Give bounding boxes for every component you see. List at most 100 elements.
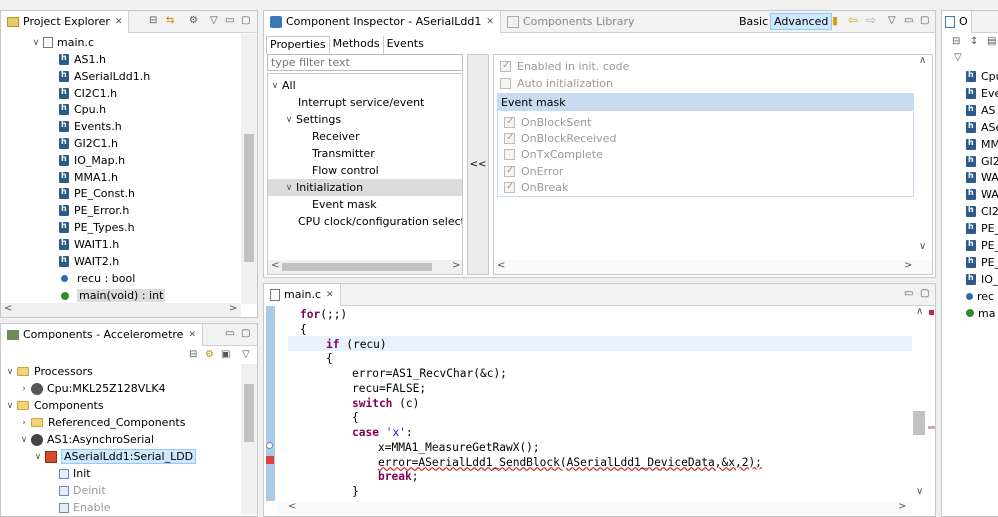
code-line[interactable]: } xyxy=(352,484,359,499)
sort-icon[interactable]: ↕ xyxy=(970,36,978,47)
outline-item[interactable]: GI2 xyxy=(966,153,998,170)
auto-init-checkbox[interactable]: Auto initialization xyxy=(500,75,613,92)
tree-item-event-mask[interactable]: Event mask xyxy=(312,196,377,213)
horizontal-scrollbar[interactable]: < > xyxy=(278,501,912,515)
maximize-icon[interactable]: ▢ xyxy=(241,15,250,26)
filter-icon[interactable]: ▤ xyxy=(987,36,996,47)
chevron-down-icon[interactable]: ∨ xyxy=(31,38,41,48)
enabled-init-checkbox[interactable]: Enabled in init. code xyxy=(500,58,629,75)
tree-item-referenced-components[interactable]: › Referenced_Components xyxy=(19,414,185,431)
vertical-scrollbar[interactable] xyxy=(241,34,257,304)
tree-item-cpu-clock[interactable]: CPU clock/configuration selection xyxy=(298,213,462,230)
tree-item-function[interactable]: main(void) : int xyxy=(59,287,166,304)
code-line[interactable]: error=ASerialLdd1_SendBlock(ASerialLdd1_… xyxy=(378,455,762,470)
tree-item-header-file[interactable]: MMA1.h xyxy=(59,169,118,186)
tree-item-header-file[interactable]: WAIT1.h xyxy=(59,236,119,253)
horizontal-scrollbar[interactable]: < > xyxy=(494,260,932,274)
tree-item-interrupt[interactable]: Interrupt service/event xyxy=(298,94,424,111)
tree-item-header-file[interactable]: IO_Map.h xyxy=(59,152,125,169)
code-line[interactable]: { xyxy=(352,410,359,425)
code-line[interactable]: error=AS1_RecvChar(&c); xyxy=(352,366,507,381)
tree-item-processors[interactable]: ∨ Processors xyxy=(5,363,93,380)
minimize-icon[interactable]: ▭ xyxy=(904,15,913,26)
tree-item-header-file[interactable]: PE_Const.h xyxy=(59,185,135,202)
tree-item-serial-ldd[interactable]: ∨ ASerialLdd1:Serial_LDD xyxy=(33,448,197,465)
tree-item-header-file[interactable]: PE_Error.h xyxy=(59,202,129,219)
outline-item[interactable]: ASe xyxy=(966,119,998,136)
chevron-down-icon[interactable]: ∨ xyxy=(284,115,294,125)
code-line[interactable]: { xyxy=(326,351,333,366)
tree-item-cpu[interactable]: › Cpu:MKL25Z128VLK4 xyxy=(19,380,165,397)
chevron-down-icon[interactable]: ∨ xyxy=(19,435,29,445)
tree-item-method[interactable]: Init xyxy=(59,465,91,482)
tree-item-header-file[interactable]: GI2C1.h xyxy=(59,135,118,152)
outline-item[interactable]: WA xyxy=(966,169,998,186)
minimize-icon[interactable]: ▭ xyxy=(225,15,234,26)
outline-item[interactable]: IO_ xyxy=(966,271,998,288)
tree-item-initialization[interactable]: ∨ Initialization xyxy=(268,179,462,196)
minimize-icon[interactable]: ▭ xyxy=(904,288,913,299)
event-checkbox[interactable]: OnBlockReceived xyxy=(504,130,616,147)
tree-item-settings[interactable]: ∨ Settings xyxy=(284,111,341,128)
checkbox[interactable] xyxy=(504,132,515,145)
outline-item[interactable]: PE_ xyxy=(966,254,998,271)
scroll-left-icon[interactable]: < xyxy=(271,260,279,271)
tab-properties[interactable]: Properties xyxy=(266,36,330,54)
close-icon[interactable]: ✕ xyxy=(486,17,494,27)
generate-code-icon[interactable]: ⚙ xyxy=(205,349,214,360)
event-checkbox[interactable]: OnBreak xyxy=(504,179,568,196)
maximize-icon[interactable]: ▢ xyxy=(920,15,929,26)
chevron-down-icon[interactable]: ∨ xyxy=(5,367,15,377)
project-explorer-tab[interactable]: Project Explorer ✕ xyxy=(1,10,130,33)
scroll-down-icon[interactable]: ∨ xyxy=(916,486,923,497)
scroll-right-icon[interactable]: > xyxy=(904,260,912,271)
scroll-left-icon[interactable]: < xyxy=(497,260,505,271)
checkbox[interactable] xyxy=(500,60,511,72)
forward-icon[interactable]: ⇨ xyxy=(866,13,876,27)
tree-item-all[interactable]: ∨ All xyxy=(270,77,296,94)
horizontal-scrollbar[interactable]: < > xyxy=(268,260,462,274)
checkbox[interactable] xyxy=(504,149,515,161)
chevron-down-icon[interactable]: ∨ xyxy=(5,401,15,411)
scroll-up-icon[interactable]: ∧ xyxy=(919,55,926,66)
outline-item[interactable]: CI2 xyxy=(966,203,998,220)
view-menu-icon[interactable]: ▽ xyxy=(210,15,218,26)
tab-events[interactable]: Events xyxy=(384,36,427,54)
collapse-tree-button[interactable]: << xyxy=(467,54,489,275)
outline-tab[interactable]: O xyxy=(942,10,972,33)
code-line[interactable]: x=MMA1_MeasureGetRawX(); xyxy=(378,440,540,455)
link-editor-icon[interactable]: ⇆ xyxy=(166,15,174,26)
view-menu-icon[interactable]: ▽ xyxy=(954,52,962,63)
tab-methods[interactable]: Methods xyxy=(330,36,384,54)
tree-item-as1[interactable]: ∨ AS1:AsynchroSerial xyxy=(19,431,154,448)
code-line[interactable]: case 'x': xyxy=(352,425,413,440)
close-icon[interactable]: ✕ xyxy=(188,330,196,340)
chevron-down-icon[interactable]: ∨ xyxy=(270,81,280,91)
collapse-all-icon[interactable]: ⊟ xyxy=(189,349,197,360)
filter-input[interactable] xyxy=(267,54,463,71)
occurrence-marker[interactable] xyxy=(928,426,935,429)
chevron-down-icon[interactable]: ∨ xyxy=(284,183,294,193)
chevron-right-icon[interactable]: › xyxy=(19,418,29,428)
scroll-up-icon[interactable]: ∧ xyxy=(916,306,923,317)
components-tab[interactable]: Components - Accelerometre ✕ xyxy=(1,323,203,346)
tree-item-receiver[interactable]: Receiver xyxy=(312,128,360,145)
outline-item[interactable]: Cpu xyxy=(966,68,998,85)
filter-icon[interactable]: ⚙ xyxy=(189,15,198,26)
chevron-right-icon[interactable]: › xyxy=(19,384,29,394)
code-line[interactable]: break; xyxy=(378,469,418,484)
event-checkbox[interactable]: OnTxComplete xyxy=(504,146,603,163)
back-icon[interactable]: ⇦ xyxy=(848,13,858,27)
scroll-left-icon[interactable]: < xyxy=(4,303,12,314)
vertical-scrollbar[interactable] xyxy=(241,364,257,514)
horizontal-scrollbar[interactable]: < > xyxy=(1,303,241,317)
event-checkbox[interactable]: OnError xyxy=(504,163,563,180)
tree-item-header-file[interactable]: Events.h xyxy=(59,118,122,135)
editor-tab-main-c[interactable]: main.c ✕ xyxy=(264,283,341,306)
outline-item[interactable]: MM xyxy=(966,136,998,153)
outline-item[interactable]: WA xyxy=(966,186,998,203)
checkbox[interactable] xyxy=(504,181,515,193)
view-menu-icon[interactable]: ▽ xyxy=(242,349,250,360)
tree-item-header-file[interactable]: ASerialLdd1.h xyxy=(59,68,150,85)
vertical-scrollbar[interactable]: ∧ ∨ xyxy=(912,306,928,501)
